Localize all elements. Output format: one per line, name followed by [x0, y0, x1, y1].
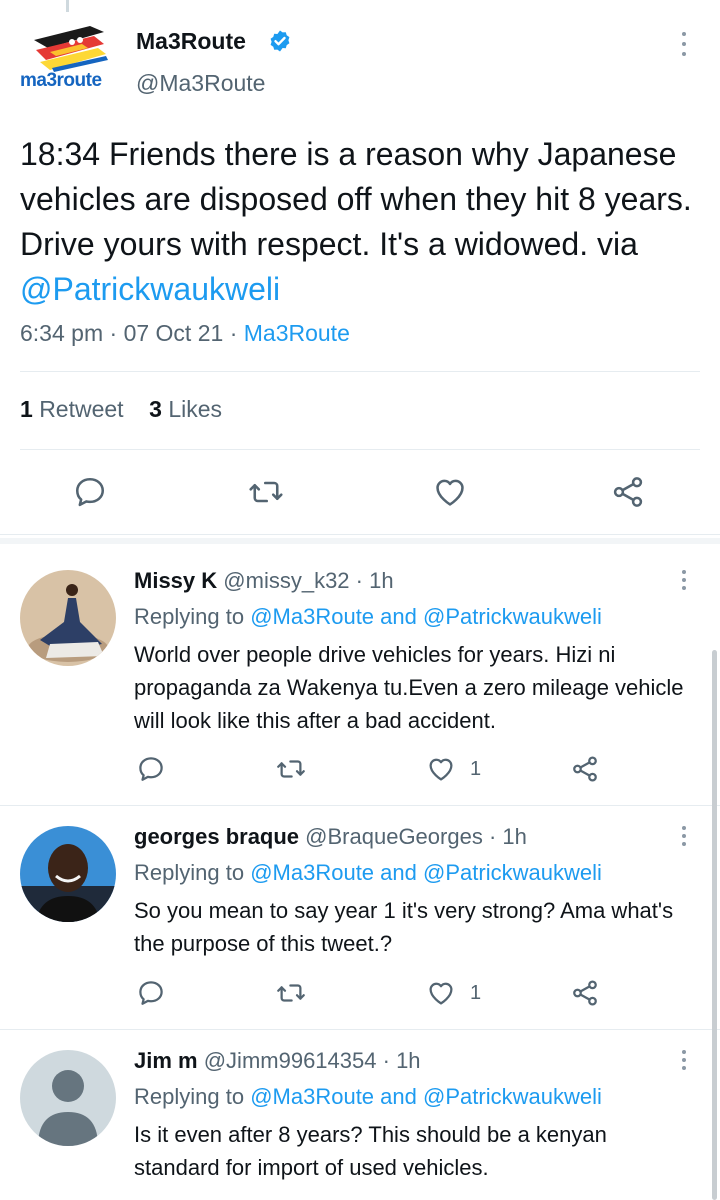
reply-icon[interactable]	[136, 978, 166, 1008]
verified-badge-icon	[268, 29, 292, 53]
avatar[interactable]	[20, 826, 116, 922]
mention-link[interactable]: @Ma3Route	[250, 860, 374, 885]
more-icon[interactable]	[681, 570, 687, 590]
heart-icon[interactable]	[426, 978, 456, 1008]
reply-time: 1h	[369, 568, 394, 593]
tweet-text: 18:34 Friends there is a reason why Japa…	[20, 132, 700, 312]
like-count: 1	[470, 758, 482, 780]
author-handle[interactable]: @Ma3Route	[136, 70, 265, 97]
replying-to: Replying to @Ma3Route and @Patrickwaukwe…	[134, 1084, 602, 1110]
replying-prefix: Replying to	[134, 604, 245, 629]
engagement-stats: 1 Retweet 3 Likes	[20, 396, 222, 423]
heart-icon[interactable]	[432, 474, 468, 510]
more-icon[interactable]	[681, 32, 687, 56]
replying-to: Replying to @Ma3Route and @Patrickwaukwe…	[134, 604, 602, 630]
reply-icon[interactable]	[72, 474, 108, 510]
tweet-time: 6:34 pm	[20, 320, 104, 346]
author-name[interactable]: Ma3Route	[136, 28, 246, 55]
retweet-icon[interactable]	[276, 754, 306, 784]
default-avatar[interactable]	[20, 1050, 116, 1146]
tweet-source-link[interactable]: Ma3Route	[244, 320, 350, 346]
reply-author-handle[interactable]: @BraqueGeorges	[305, 824, 483, 849]
reply-text: Is it even after 8 years? This should be…	[134, 1122, 607, 1180]
scrollbar[interactable]	[712, 650, 717, 1200]
mention-link[interactable]: @Ma3Route	[250, 604, 374, 629]
replying-to: Replying to @Ma3Route and @Patrickwaukwe…	[134, 860, 602, 886]
reply-author-name[interactable]: Jim m	[134, 1048, 198, 1073]
divider	[0, 534, 720, 535]
reply-header: Jim m @Jimm99614354 · 1h	[134, 1048, 421, 1073]
reply-time: 1h	[502, 824, 527, 849]
tweet-date: 07 Oct 21	[123, 320, 224, 346]
retweet-icon[interactable]	[248, 474, 284, 510]
replying-prefix: Replying to	[134, 860, 245, 885]
share-icon[interactable]	[610, 474, 646, 510]
likes-stat[interactable]: 3 Likes	[149, 396, 222, 422]
reply-text: World over people drive vehicles for yea…	[134, 642, 684, 733]
avatar[interactable]	[20, 570, 116, 666]
reply-time: 1h	[396, 1048, 421, 1073]
reply-author-name[interactable]: georges braque	[134, 824, 299, 849]
reply-icon[interactable]	[136, 754, 166, 784]
reply-author-handle[interactable]: @missy_k32	[223, 568, 349, 593]
retweets-stat[interactable]: 1 Retweet	[20, 396, 124, 422]
reply-tweet[interactable]: Missy K @missy_k32 · 1h Replying to @Ma3…	[0, 544, 720, 806]
reply-text: So you mean to say year 1 it's very stro…	[134, 898, 674, 956]
retweet-icon[interactable]	[276, 978, 306, 1008]
share-icon[interactable]	[570, 978, 600, 1008]
more-icon[interactable]	[681, 826, 687, 846]
heart-icon[interactable]	[426, 754, 456, 784]
reply-author-handle[interactable]: @Jimm99614354	[204, 1048, 377, 1073]
more-icon[interactable]	[681, 1050, 687, 1070]
mention-and[interactable]: and	[380, 604, 417, 629]
divider	[20, 449, 700, 450]
share-icon[interactable]	[570, 754, 600, 784]
mention-and[interactable]: and	[380, 860, 417, 885]
divider	[20, 371, 700, 372]
mention-link[interactable]: @Patrickwaukweli	[423, 1084, 602, 1109]
reply-author-name[interactable]: Missy K	[134, 568, 217, 593]
tweet-body: 18:34 Friends there is a reason why Japa…	[20, 136, 692, 262]
like-count: 1	[470, 982, 482, 1004]
reply-tweet[interactable]: georges braque @BraqueGeorges · 1h Reply…	[0, 806, 720, 1030]
logo-wordmark: ma3route	[20, 70, 102, 91]
main-tweet: ma3route Ma3Route @Ma3Route 18:34 Friend…	[0, 0, 720, 538]
reply-header: Missy K @missy_k32 · 1h	[134, 568, 394, 593]
mention-link[interactable]: @Patrickwaukweli	[20, 271, 280, 307]
tweet-metadata: 6:34 pm · 07 Oct 21 · Ma3Route	[20, 320, 350, 346]
reply-tweet[interactable]: Jim m @Jimm99614354 · 1h Replying to @Ma…	[0, 1030, 720, 1200]
replying-prefix: Replying to	[134, 1084, 245, 1109]
mention-and[interactable]: and	[380, 1084, 417, 1109]
mention-link[interactable]: @Ma3Route	[250, 1084, 374, 1109]
reply-header: georges braque @BraqueGeorges · 1h	[134, 824, 527, 849]
ma3route-logo[interactable]: ma3route	[20, 18, 120, 102]
mention-link[interactable]: @Patrickwaukweli	[423, 860, 602, 885]
mention-link[interactable]: @Patrickwaukweli	[423, 604, 602, 629]
